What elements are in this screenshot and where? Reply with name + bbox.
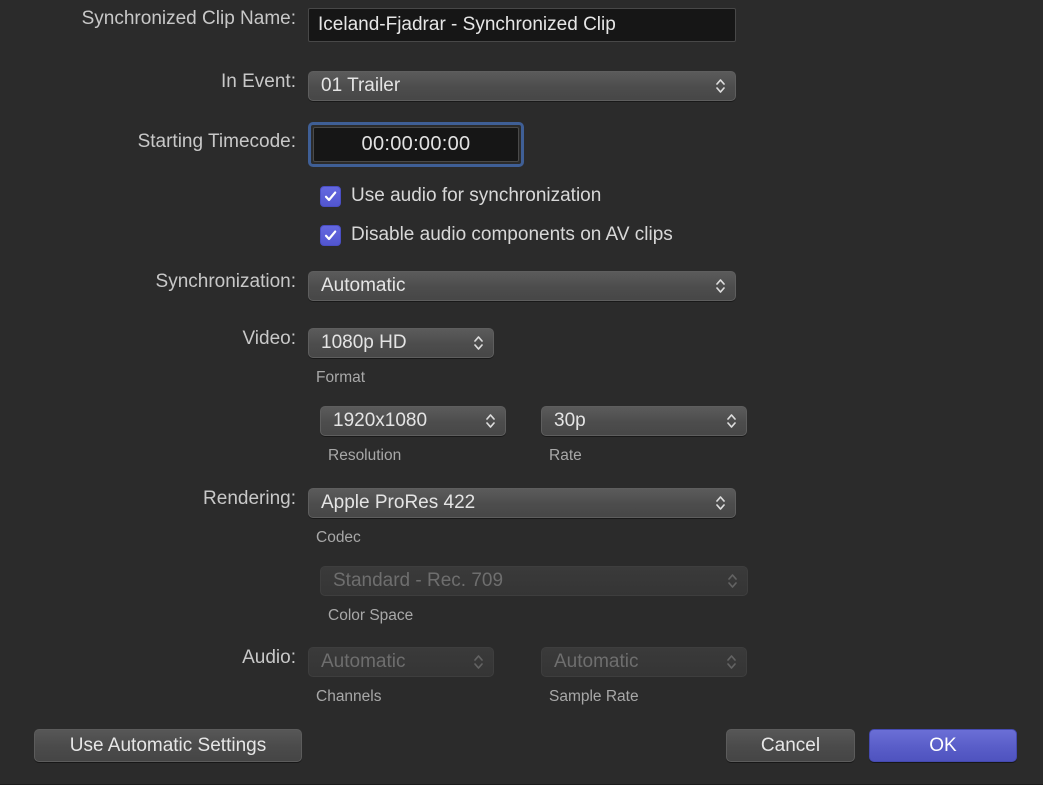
in-event-row: In Event: 01 Trailer <box>0 71 760 101</box>
rendering-row: Rendering: Apple ProRes 422 Codec <box>0 488 760 547</box>
use-audio-for-sync-label: Use audio for synchronization <box>341 185 601 207</box>
audio-channels-value: Automatic <box>321 647 405 677</box>
use-audio-for-sync-checkbox[interactable] <box>320 186 341 207</box>
video-format-sublabel: Format <box>308 369 494 387</box>
video-resolution-value: 1920x1080 <box>333 406 427 436</box>
chevron-up-down-icon <box>726 571 739 591</box>
audio-sample-rate-select: Automatic <box>541 647 747 677</box>
rendering-label: Rendering: <box>0 488 308 510</box>
chevron-up-down-icon <box>472 652 485 672</box>
video-label: Video: <box>0 328 308 350</box>
audio-sample-rate-value: Automatic <box>554 647 638 677</box>
in-event-select[interactable]: 01 Trailer <box>308 71 736 101</box>
starting-timecode-label: Starting Timecode: <box>0 122 308 153</box>
cancel-button[interactable]: Cancel <box>726 729 855 762</box>
starting-timecode-focus-ring <box>308 122 524 167</box>
rendering-color-space-select: Standard - Rec. 709 <box>320 566 748 596</box>
synchronization-row: Synchronization: Automatic <box>0 271 760 301</box>
audio-channels-sublabel: Channels <box>308 688 494 706</box>
video-resolution-group: 1920x1080 Resolution <box>320 406 506 465</box>
chevron-up-down-icon <box>472 333 485 353</box>
in-event-value: 01 Trailer <box>321 71 400 101</box>
clip-name-input[interactable] <box>308 8 736 42</box>
audio-sample-rate-group: Automatic Sample Rate <box>541 647 747 706</box>
disable-audio-components-label: Disable audio components on AV clips <box>341 224 673 246</box>
audio-channels-select: Automatic <box>308 647 494 677</box>
video-resolution-sublabel: Resolution <box>320 447 506 465</box>
use-audio-for-sync-checkbox-row[interactable]: Use audio for synchronization <box>320 185 601 207</box>
clip-name-row: Synchronized Clip Name: <box>0 8 760 42</box>
chevron-up-down-icon <box>714 76 727 96</box>
starting-timecode-input[interactable] <box>313 127 519 162</box>
use-automatic-settings-button[interactable]: Use Automatic Settings <box>34 729 302 762</box>
synchronization-label: Synchronization: <box>0 271 308 293</box>
video-rate-group: 30p Rate <box>541 406 747 465</box>
disable-audio-components-checkbox[interactable] <box>320 225 341 246</box>
chevron-up-down-icon <box>725 411 738 431</box>
rendering-codec-sublabel: Codec <box>308 529 736 547</box>
rendering-codec-value: Apple ProRes 422 <box>321 488 475 518</box>
starting-timecode-row: Starting Timecode: <box>0 122 760 167</box>
video-row: Video: 1080p HD Format <box>0 328 760 387</box>
video-format-select[interactable]: 1080p HD <box>308 328 494 358</box>
video-rate-sublabel: Rate <box>541 447 747 465</box>
video-format-value: 1080p HD <box>321 328 407 358</box>
rendering-color-space-value: Standard - Rec. 709 <box>333 566 503 596</box>
rendering-color-space-sublabel: Color Space <box>320 607 748 625</box>
chevron-up-down-icon <box>714 493 727 513</box>
video-rate-select[interactable]: 30p <box>541 406 747 436</box>
synchronization-value: Automatic <box>321 271 405 301</box>
synchronized-clip-settings-dialog: Synchronized Clip Name: In Event: 01 Tra… <box>0 0 1043 785</box>
rendering-color-space-group: Standard - Rec. 709 Color Space <box>320 566 748 625</box>
chevron-up-down-icon <box>714 276 727 296</box>
checkmark-icon <box>323 189 338 204</box>
chevron-up-down-icon <box>484 411 497 431</box>
chevron-up-down-icon <box>725 652 738 672</box>
video-rate-value: 30p <box>554 406 586 436</box>
checkmark-icon <box>323 228 338 243</box>
clip-name-label: Synchronized Clip Name: <box>0 8 308 30</box>
in-event-label: In Event: <box>0 71 308 93</box>
disable-audio-components-checkbox-row[interactable]: Disable audio components on AV clips <box>320 224 673 246</box>
ok-button[interactable]: OK <box>869 729 1017 762</box>
audio-label: Audio: <box>0 647 308 669</box>
audio-sample-rate-sublabel: Sample Rate <box>541 688 747 706</box>
synchronization-select[interactable]: Automatic <box>308 271 736 301</box>
video-resolution-select[interactable]: 1920x1080 <box>320 406 506 436</box>
rendering-codec-select[interactable]: Apple ProRes 422 <box>308 488 736 518</box>
